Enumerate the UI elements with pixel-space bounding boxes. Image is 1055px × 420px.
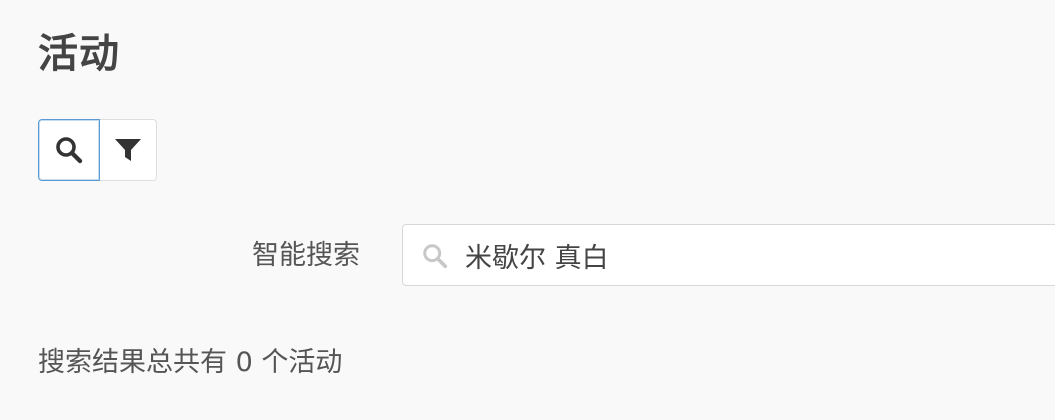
page-title: 活动 — [38, 31, 120, 77]
smart-search-box[interactable] — [402, 224, 1055, 286]
search-icon — [56, 137, 83, 164]
smart-search-input[interactable] — [465, 225, 1025, 285]
search-icon — [423, 244, 448, 269]
search-toggle-button[interactable] — [38, 119, 100, 181]
result-summary: 搜索结果总共有 0 个活动 — [38, 347, 343, 378]
filter-toggle-button[interactable] — [100, 119, 157, 181]
smart-search-label: 智能搜索 — [252, 240, 360, 271]
filter-icon — [115, 139, 141, 161]
toolbar-button-group — [38, 119, 157, 181]
